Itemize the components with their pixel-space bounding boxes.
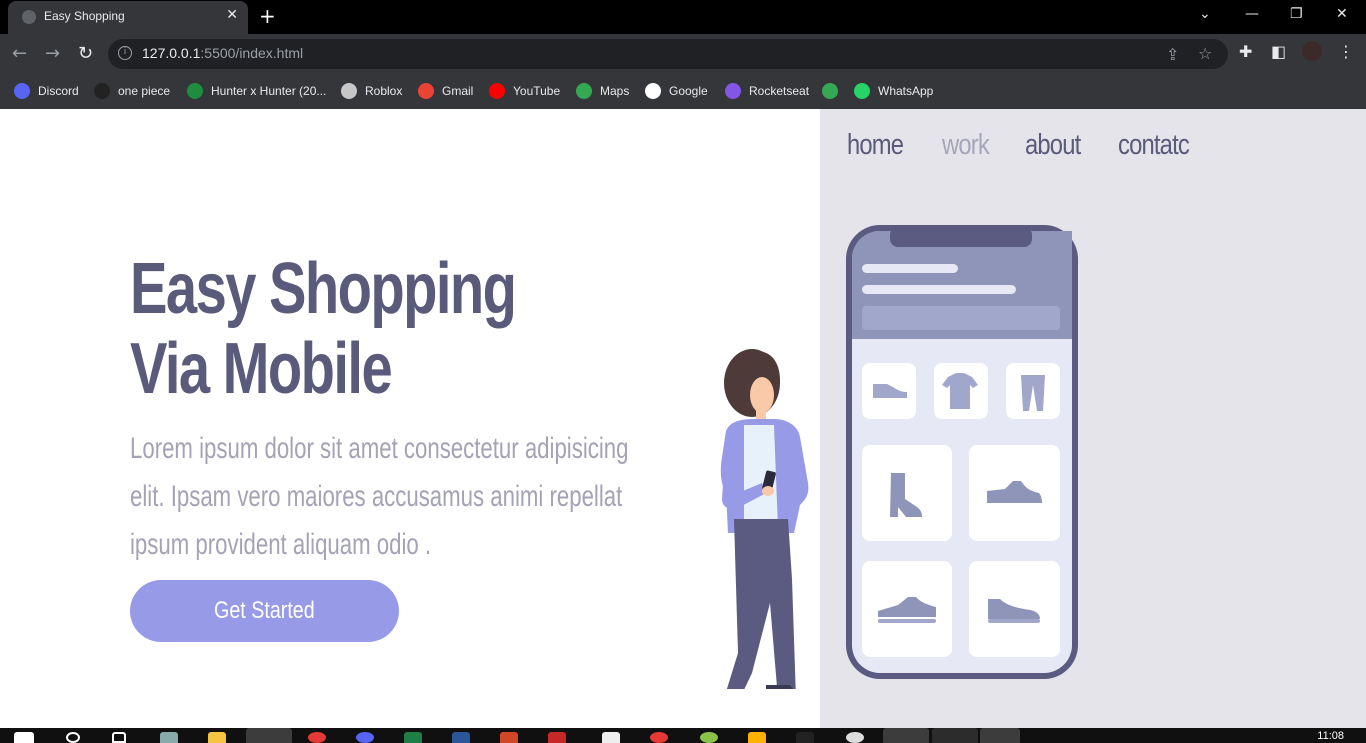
bookmark-item[interactable]: Google xyxy=(645,82,708,100)
extensions-icon[interactable]: ✚ xyxy=(1239,42,1252,61)
bookmark-item[interactable]: Gmail xyxy=(418,82,473,100)
bookmark-item[interactable]: Discord xyxy=(14,82,79,100)
excel-icon[interactable] xyxy=(404,732,422,743)
bookmark-item[interactable]: Maps xyxy=(576,82,629,100)
bookmark-item[interactable]: WhatsApp xyxy=(854,82,933,100)
youtube-icon xyxy=(489,83,505,99)
roblox-icon xyxy=(341,83,357,99)
one-piece-icon xyxy=(94,83,110,99)
star-icon[interactable]: ☆ xyxy=(1198,44,1212,63)
bookmark-item[interactable] xyxy=(822,82,846,100)
woman-figure xyxy=(720,349,809,689)
windows-start-icon[interactable] xyxy=(14,732,34,743)
close-icon[interactable]: ✕ xyxy=(226,7,238,23)
taskbar-slot-2[interactable] xyxy=(932,728,978,743)
app-icon-3[interactable] xyxy=(650,732,668,743)
restore-icon[interactable]: ❐ xyxy=(1290,6,1303,22)
taskbar-clock: 11:08 xyxy=(1317,730,1344,742)
phone-mockup xyxy=(846,225,1078,679)
bookmark-label: Roblox xyxy=(365,84,403,98)
bookmarks-bar: Discord one piece Hunter x Hunter (20... Ro… xyxy=(0,74,1366,109)
app-icon-7[interactable] xyxy=(846,732,864,743)
hero-title: Easy Shopping Via Mobile xyxy=(130,249,517,409)
side-panel-icon[interactable]: ◧ xyxy=(1271,42,1286,61)
search-icon[interactable] xyxy=(66,732,80,743)
web-page: home work about contatc Easy Shopping Vi… xyxy=(0,109,1366,728)
url-text[interactable]: 127.0.0.1:5500/index.html xyxy=(142,45,303,61)
vscode-taskbar-slot[interactable] xyxy=(246,728,292,743)
discord-taskbar-icon[interactable] xyxy=(356,732,374,743)
browser-toolbar: ← → ↻ i 127.0.0.1:5500/index.html ⇪ ☆ ✚ … xyxy=(0,34,1366,74)
bookmark-item[interactable]: Rocketseat xyxy=(725,82,809,100)
main-nav: home work about contatc xyxy=(847,129,1205,162)
chrome-taskbar-slot[interactable] xyxy=(883,728,929,743)
maps-icon xyxy=(576,83,592,99)
taskbar-slot-3[interactable] xyxy=(980,728,1020,743)
new-tab-icon[interactable]: + xyxy=(259,4,276,28)
forward-icon[interactable]: → xyxy=(45,43,60,64)
app-icon-4[interactable] xyxy=(700,732,718,743)
bookmark-label: Google xyxy=(669,84,708,98)
nav-contact[interactable]: contatc xyxy=(1118,129,1190,162)
bookmark-label: Discord xyxy=(38,84,79,98)
whatsapp-icon xyxy=(854,83,870,99)
bookmark-item[interactable]: Hunter x Hunter (20... xyxy=(187,82,326,100)
bookmark-item[interactable]: one piece xyxy=(94,82,170,100)
shopping-illustration xyxy=(720,225,1078,689)
browser-chrome: Easy Shopping ✕ + ⌄ — ❐ ✕ ← → ↻ i 127.0.… xyxy=(0,0,1366,109)
nav-work[interactable]: work xyxy=(942,129,990,162)
active-tab[interactable]: Easy Shopping ✕ xyxy=(8,1,248,34)
bookmark-label: WhatsApp xyxy=(878,84,934,98)
nav-about[interactable]: about xyxy=(1025,129,1081,162)
notepad-icon[interactable] xyxy=(602,732,620,743)
word-icon[interactable] xyxy=(452,732,470,743)
bookmark-label: Gmail xyxy=(442,84,474,98)
address-bar[interactable]: i 127.0.0.1:5500/index.html ⇪ ☆ xyxy=(108,39,1228,69)
anime-icon xyxy=(187,83,203,99)
bookmark-item[interactable]: Roblox xyxy=(341,82,402,100)
bookmark-label: YouTube xyxy=(513,84,561,98)
reload-icon[interactable]: ↻ xyxy=(78,43,93,64)
minimize-icon[interactable]: — xyxy=(1245,6,1259,22)
task-view-icon[interactable] xyxy=(112,732,126,743)
window-close-icon[interactable]: ✕ xyxy=(1336,6,1348,22)
chevron-down-icon[interactable]: ⌄ xyxy=(1199,6,1211,22)
bookmark-label: Hunter x Hunter (20... xyxy=(211,84,327,98)
info-icon[interactable]: i xyxy=(118,46,132,60)
hero-title-line-1: Easy Shopping xyxy=(130,249,517,329)
gmail-icon xyxy=(418,83,434,99)
tab-strip: Easy Shopping ✕ + ⌄ — ❐ ✕ xyxy=(0,0,1366,34)
bookmark-label: Rocketseat xyxy=(749,84,810,98)
discord-icon xyxy=(14,83,30,99)
google-icon xyxy=(645,83,661,99)
bookmark-item[interactable]: YouTube xyxy=(489,82,560,100)
hero-title-line-2: Via Mobile xyxy=(130,329,393,409)
app-icon-5[interactable] xyxy=(748,732,766,743)
back-icon[interactable]: ← xyxy=(12,43,27,64)
os-taskbar: 11:08 xyxy=(0,728,1366,743)
share-icon[interactable]: ⇪ xyxy=(1166,45,1179,64)
menu-dots-icon[interactable]: ⋮ xyxy=(1338,42,1354,61)
profile-avatar[interactable] xyxy=(1302,41,1322,61)
app-icon[interactable] xyxy=(160,732,178,743)
get-started-button[interactable]: Get Started xyxy=(130,580,399,642)
file-explorer-icon[interactable] xyxy=(208,732,226,743)
app-icon-6[interactable] xyxy=(796,732,814,743)
app-icon-red[interactable] xyxy=(308,732,326,743)
nav-home[interactable]: home xyxy=(847,129,904,162)
bookmark-label: one piece xyxy=(118,84,171,98)
phone-icon xyxy=(822,83,838,99)
powerpoint-icon[interactable] xyxy=(500,732,518,743)
rocketseat-icon xyxy=(725,83,741,99)
globe-icon xyxy=(22,10,36,24)
tab-title: Easy Shopping xyxy=(44,9,125,23)
app-icon-2[interactable] xyxy=(548,732,566,743)
bookmark-label: Maps xyxy=(600,84,630,98)
hero-description: Lorem ipsum dolor sit amet consectetur a… xyxy=(130,432,629,561)
